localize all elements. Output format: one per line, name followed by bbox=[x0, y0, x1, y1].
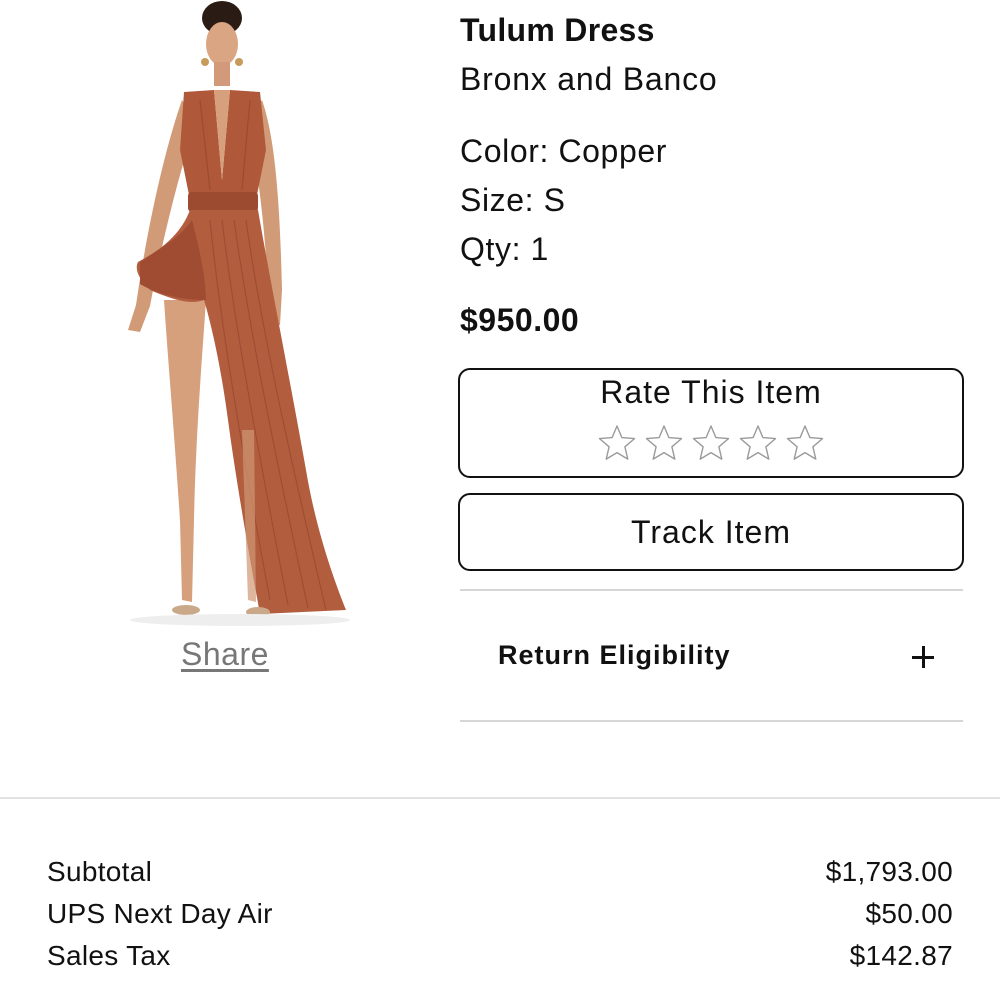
brand-name[interactable]: Bronx and Banco bbox=[460, 61, 718, 98]
product-color: Color: Copper bbox=[460, 133, 668, 169]
star-rating bbox=[460, 423, 962, 463]
plus-icon[interactable] bbox=[912, 646, 934, 668]
summary-label: Subtotal bbox=[47, 856, 153, 887]
summary-value: $142.87 bbox=[849, 940, 953, 971]
rate-item-title: Rate This Item bbox=[600, 374, 822, 410]
summary-row-subtotal: Subtotal $1,793.00 bbox=[47, 856, 953, 898]
star-icon[interactable] bbox=[691, 423, 731, 463]
summary-label: UPS Next Day Air bbox=[47, 898, 273, 929]
product-name: Tulum Dress bbox=[460, 12, 655, 48]
product-size: Size: S bbox=[460, 182, 566, 218]
summary-value: $50.00 bbox=[865, 898, 953, 929]
order-summary: Subtotal $1,793.00 UPS Next Day Air $50.… bbox=[47, 856, 953, 982]
summary-row-shipping: UPS Next Day Air $50.00 bbox=[47, 898, 953, 940]
star-icon[interactable] bbox=[785, 423, 825, 463]
product-image[interactable] bbox=[110, 0, 360, 632]
dress-photo bbox=[128, 1, 350, 626]
summary-row-tax: Sales Tax $142.87 bbox=[47, 940, 953, 982]
summary-label: Sales Tax bbox=[47, 940, 171, 971]
product-qty: Qty: 1 bbox=[460, 231, 549, 267]
track-item-button[interactable]: Track Item bbox=[458, 493, 964, 571]
return-eligibility-label: Return Eligibility bbox=[498, 640, 731, 670]
summary-value: $1,793.00 bbox=[825, 856, 953, 887]
section-divider bbox=[0, 797, 1000, 799]
share-link[interactable]: Share bbox=[181, 636, 269, 673]
divider bbox=[460, 720, 963, 722]
product-price: $950.00 bbox=[460, 302, 580, 338]
star-icon[interactable] bbox=[644, 423, 684, 463]
star-icon[interactable] bbox=[597, 423, 637, 463]
return-eligibility-toggle[interactable]: Return Eligibility bbox=[460, 590, 963, 720]
rate-item-box: Rate This Item bbox=[458, 368, 964, 478]
star-icon[interactable] bbox=[738, 423, 778, 463]
